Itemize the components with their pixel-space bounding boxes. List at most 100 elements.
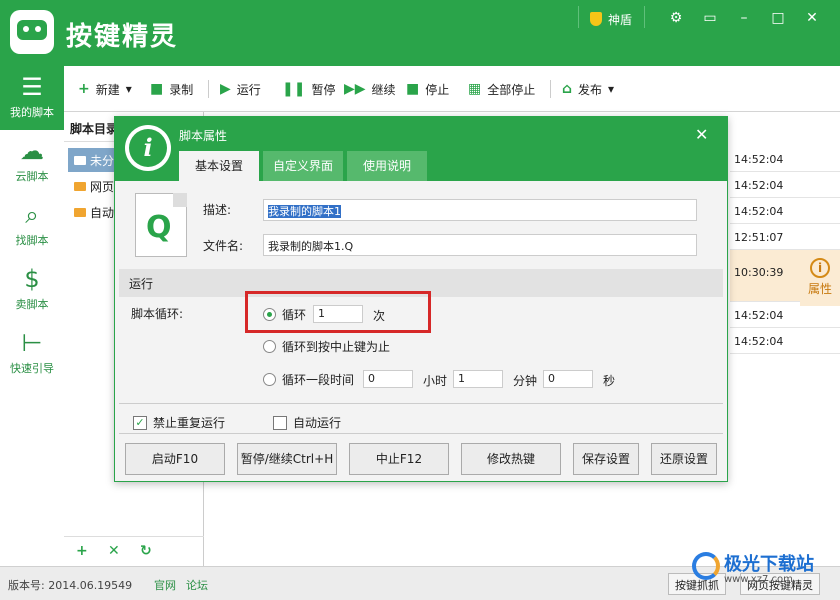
list-row-time[interactable]: 14:52:04	[730, 328, 840, 354]
stop-button[interactable]: ■ 停止	[406, 80, 449, 98]
menu-icon[interactable]: ▭	[700, 8, 720, 28]
sidebar-item-cloud[interactable]: ☁ 云脚本	[0, 130, 64, 194]
fast-forward-icon: ▶▶	[344, 81, 366, 97]
no-repeat-checkbox[interactable]: ✓ 禁止重复运行	[133, 414, 225, 431]
close-icon[interactable]: ✕	[802, 8, 822, 28]
forum-link[interactable]: 论坛	[186, 577, 208, 593]
divider	[119, 433, 723, 434]
folder-label: 未分	[90, 153, 115, 168]
version-label: 版本号: 2014.06.19549	[8, 579, 133, 592]
titlebar-divider	[578, 6, 579, 28]
description-value: 我录制的脚本1	[268, 205, 341, 218]
resume-button[interactable]: ▶▶ 继续	[344, 80, 396, 98]
dollar-icon: $	[24, 265, 40, 293]
seconds-input[interactable]: 0	[543, 370, 593, 388]
loop-label: 脚本循环:	[131, 307, 184, 321]
tab-usage[interactable]: 使用说明	[347, 151, 427, 181]
loop-count-input[interactable]: 1	[313, 305, 363, 323]
list-row-time[interactable]: 14:52:04	[730, 146, 840, 172]
auto-run-label: 自动运行	[293, 416, 342, 430]
folder-icon	[74, 181, 86, 191]
shield-icon[interactable]	[590, 12, 602, 26]
loop-until-stop-radio[interactable]: 循环到按中止键为止	[263, 338, 390, 355]
official-site-link[interactable]: 官网	[154, 577, 176, 593]
script-properties-dialog: i 脚本属性 ✕ 基本设置 自定义界面 使用说明 Q 描述: 我录制的脚本1 文…	[114, 116, 728, 482]
pause-button[interactable]: ❚❚ 暂停	[282, 80, 335, 98]
list-icon: ☰	[21, 73, 43, 101]
close-icon[interactable]: ✕	[695, 125, 708, 144]
script-file-icon: Q	[135, 193, 187, 257]
sidebar-item-guide[interactable]: ⊢ 快速引导	[0, 322, 64, 386]
list-row-time[interactable]: 14:52:04	[730, 172, 840, 198]
play-icon: ▶	[220, 81, 231, 97]
run-label: 运行	[236, 82, 261, 97]
divider	[119, 403, 723, 404]
refresh-icon[interactable]: ↻	[140, 543, 152, 559]
run-button[interactable]: ▶ 运行	[220, 80, 261, 98]
folder-icon	[74, 155, 86, 165]
no-repeat-label: 禁止重复运行	[153, 416, 226, 430]
new-button[interactable]: + 新建 ▾	[78, 80, 132, 98]
start-button[interactable]: 启动F10	[125, 443, 225, 475]
folder-icon	[74, 207, 86, 217]
search-icon: ⌕	[25, 201, 39, 229]
loop-until-stop-label: 循环到按中止键为止	[282, 340, 391, 354]
sidebar-item-my-scripts[interactable]: ☰ 我的脚本	[0, 66, 64, 130]
modify-hotkey-button[interactable]: 修改热键	[461, 443, 561, 475]
folder-label: 网页	[90, 179, 115, 194]
dialog-header: i 脚本属性 ✕ 基本设置 自定义界面 使用说明	[115, 117, 727, 181]
toolbar-divider	[208, 80, 209, 98]
tab-custom-ui[interactable]: 自定义界面	[263, 151, 343, 181]
loop-duration-label: 循环一段时间	[282, 373, 355, 387]
filename-field[interactable]: 我录制的脚本1.Q	[263, 234, 697, 256]
loop-count-unit: 次	[373, 309, 386, 323]
app-title: 按键精灵	[66, 22, 179, 52]
hours-input[interactable]: 0	[363, 370, 413, 388]
list-row-time[interactable]: 14:52:04	[730, 198, 840, 224]
auto-run-checkbox[interactable]: 自动运行	[273, 414, 341, 431]
loop-duration-radio[interactable]: 循环一段时间	[263, 371, 354, 388]
stop-all-label: 全部停止	[487, 82, 536, 97]
resume-label: 继续	[371, 82, 396, 97]
save-settings-button[interactable]: 保存设置	[573, 443, 639, 475]
restore-settings-button[interactable]: 还原设置	[651, 443, 717, 475]
pause-icon: ❚❚	[282, 81, 306, 97]
list-row-time[interactable]: 12:51:07	[730, 224, 840, 250]
watermark-logo-icon	[692, 552, 720, 580]
sidebar-item-find[interactable]: ⌕ 找脚本	[0, 194, 64, 258]
add-icon[interactable]: +	[76, 543, 88, 559]
tab-basic-settings[interactable]: 基本设置	[179, 151, 259, 181]
checkbox-empty-icon	[273, 415, 287, 430]
signpost-icon: ⊢	[21, 329, 43, 357]
publish-button[interactable]: ⌂ 发布 ▾	[562, 80, 614, 98]
gear-icon[interactable]: ⚙	[666, 8, 686, 28]
cloud-icon: ☁	[20, 137, 44, 165]
description-field[interactable]: 我录制的脚本1	[263, 199, 697, 221]
sidebar-item-sell[interactable]: $ 卖脚本	[0, 258, 64, 322]
minutes-input[interactable]: 1	[453, 370, 503, 388]
title-bar: 按键精灵 神盾 ⚙ ▭ – □ ✕	[0, 0, 840, 66]
sidebar-item-label: 快速引导	[10, 362, 54, 375]
sidebar: ☰ 我的脚本 ☁ 云脚本 ⌕ 找脚本 $ 卖脚本 ⊢ 快速引导	[0, 66, 64, 566]
stop-all-button[interactable]: ▦ 全部停止	[468, 80, 535, 98]
properties-button[interactable]: i 属性	[800, 254, 840, 306]
shield-label[interactable]: 神盾	[608, 11, 632, 28]
watermark-site: www.xz7.com	[724, 574, 793, 585]
info-icon: i	[810, 258, 830, 278]
delete-icon[interactable]: ✕	[108, 543, 120, 559]
loop-count-radio[interactable]: 循环	[263, 306, 306, 323]
maximize-icon[interactable]: □	[768, 8, 788, 28]
hours-unit: 小时	[423, 374, 448, 388]
new-label: 新建	[95, 82, 120, 97]
minimize-icon[interactable]: –	[734, 8, 754, 28]
stop-button[interactable]: 中止F12	[349, 443, 449, 475]
record-button[interactable]: ■ 录制	[150, 80, 193, 98]
pause-resume-button[interactable]: 暂停/继续Ctrl+H	[237, 443, 337, 475]
checkmark-icon: ✓	[133, 415, 147, 430]
radio-icon	[263, 340, 276, 353]
folder-label: 自动	[90, 205, 115, 220]
watermark-title: 极光下载站	[724, 554, 814, 575]
stop-label: 停止	[425, 82, 450, 97]
seconds-unit: 秒	[603, 374, 616, 388]
radio-icon	[263, 373, 276, 386]
